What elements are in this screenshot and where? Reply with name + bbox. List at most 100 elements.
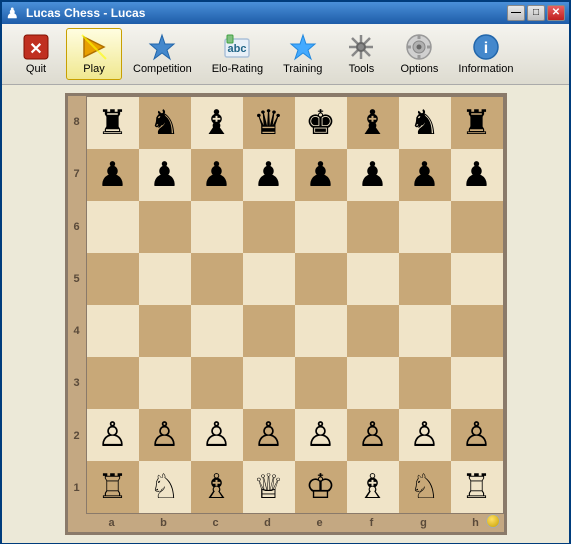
minimize-button[interactable]: — <box>507 5 525 21</box>
square-e7[interactable]: ♟ <box>295 149 347 201</box>
square-e5[interactable] <box>295 253 347 305</box>
competition-label: Competition <box>133 63 192 75</box>
square-a7[interactable]: ♟ <box>87 149 139 201</box>
square-h2[interactable]: ♙ <box>451 409 503 461</box>
piece-d8: ♛ <box>253 106 283 140</box>
square-h4[interactable] <box>451 305 503 357</box>
square-d7[interactable]: ♟ <box>243 149 295 201</box>
elo-rating-button[interactable]: abc Elo-Rating <box>203 28 272 80</box>
square-g8[interactable]: ♞ <box>399 97 451 149</box>
square-c5[interactable] <box>191 253 243 305</box>
square-a3[interactable] <box>87 357 139 409</box>
square-g3[interactable] <box>399 357 451 409</box>
square-d3[interactable] <box>243 357 295 409</box>
tools-button[interactable]: Tools <box>333 28 389 80</box>
chess-board[interactable]: ♜♞♝♛♚♝♞♜♟♟♟♟♟♟♟♟♙♙♙♙♙♙♙♙♖♘♗♕♔♗♘♖ <box>86 96 504 514</box>
quit-button[interactable]: ✕ Quit <box>8 28 64 80</box>
piece-a7: ♟ <box>97 158 127 192</box>
square-d2[interactable]: ♙ <box>243 409 295 461</box>
square-b3[interactable] <box>139 357 191 409</box>
square-e1[interactable]: ♔ <box>295 461 347 513</box>
competition-button[interactable]: Competition <box>124 28 201 80</box>
square-h3[interactable] <box>451 357 503 409</box>
square-b8[interactable]: ♞ <box>139 97 191 149</box>
square-b2[interactable]: ♙ <box>139 409 191 461</box>
square-f7[interactable]: ♟ <box>347 149 399 201</box>
square-c7[interactable]: ♟ <box>191 149 243 201</box>
square-a2[interactable]: ♙ <box>87 409 139 461</box>
file-e: e <box>294 514 346 532</box>
information-label: Information <box>458 63 513 75</box>
square-d6[interactable] <box>243 201 295 253</box>
piece-h8: ♜ <box>461 106 491 140</box>
square-b6[interactable] <box>139 201 191 253</box>
file-b: b <box>138 514 190 532</box>
square-f1[interactable]: ♗ <box>347 461 399 513</box>
square-h7[interactable]: ♟ <box>451 149 503 201</box>
square-a5[interactable] <box>87 253 139 305</box>
square-a1[interactable]: ♖ <box>87 461 139 513</box>
square-g1[interactable]: ♘ <box>399 461 451 513</box>
close-button[interactable]: ✕ <box>547 5 565 21</box>
square-e8[interactable]: ♚ <box>295 97 347 149</box>
file-labels: a b c d e f g h <box>86 514 504 532</box>
options-button[interactable]: Options <box>391 28 447 80</box>
square-h8[interactable]: ♜ <box>451 97 503 149</box>
square-f3[interactable] <box>347 357 399 409</box>
play-button[interactable]: Play <box>66 28 122 80</box>
square-b7[interactable]: ♟ <box>139 149 191 201</box>
file-c: c <box>190 514 242 532</box>
square-d5[interactable] <box>243 253 295 305</box>
training-button[interactable]: Training <box>274 28 331 80</box>
square-g6[interactable] <box>399 201 451 253</box>
piece-f2: ♙ <box>357 418 387 452</box>
piece-g1: ♘ <box>409 470 439 504</box>
rank-8: 8 <box>70 96 84 148</box>
piece-h1: ♖ <box>461 470 491 504</box>
square-d1[interactable]: ♕ <box>243 461 295 513</box>
rank-7: 7 <box>70 148 84 200</box>
square-b5[interactable] <box>139 253 191 305</box>
square-c2[interactable]: ♙ <box>191 409 243 461</box>
square-f4[interactable] <box>347 305 399 357</box>
square-f8[interactable]: ♝ <box>347 97 399 149</box>
square-c3[interactable] <box>191 357 243 409</box>
square-f2[interactable]: ♙ <box>347 409 399 461</box>
piece-a8: ♜ <box>97 106 127 140</box>
square-f6[interactable] <box>347 201 399 253</box>
square-f5[interactable] <box>347 253 399 305</box>
square-h5[interactable] <box>451 253 503 305</box>
piece-c2: ♙ <box>201 418 231 452</box>
square-h1[interactable]: ♖ <box>451 461 503 513</box>
square-c4[interactable] <box>191 305 243 357</box>
square-b1[interactable]: ♘ <box>139 461 191 513</box>
piece-f7: ♟ <box>357 158 387 192</box>
maximize-button[interactable]: □ <box>527 5 545 21</box>
square-c8[interactable]: ♝ <box>191 97 243 149</box>
information-button[interactable]: i Information <box>449 28 522 80</box>
square-g7[interactable]: ♟ <box>399 149 451 201</box>
square-c6[interactable] <box>191 201 243 253</box>
rank-labels: 8 7 6 5 4 3 2 1 <box>68 96 86 514</box>
board-wrapper: 8 7 6 5 4 3 2 1 ♜♞♝♛♚♝♞♜♟♟♟♟♟♟♟♟♙♙♙♙♙♙♙♙… <box>65 93 507 535</box>
app-icon: ♟ <box>6 5 22 21</box>
piece-c1: ♗ <box>201 470 231 504</box>
square-a8[interactable]: ♜ <box>87 97 139 149</box>
window-title: Lucas Chess - Lucas <box>26 6 507 20</box>
square-g5[interactable] <box>399 253 451 305</box>
svg-text:i: i <box>484 40 488 57</box>
square-e3[interactable] <box>295 357 347 409</box>
square-g4[interactable] <box>399 305 451 357</box>
square-g2[interactable]: ♙ <box>399 409 451 461</box>
square-b4[interactable] <box>139 305 191 357</box>
square-d8[interactable]: ♛ <box>243 97 295 149</box>
piece-h7: ♟ <box>461 158 491 192</box>
square-a6[interactable] <box>87 201 139 253</box>
square-d4[interactable] <box>243 305 295 357</box>
square-e4[interactable] <box>295 305 347 357</box>
square-a4[interactable] <box>87 305 139 357</box>
square-h6[interactable] <box>451 201 503 253</box>
square-c1[interactable]: ♗ <box>191 461 243 513</box>
square-e2[interactable]: ♙ <box>295 409 347 461</box>
square-e6[interactable] <box>295 201 347 253</box>
